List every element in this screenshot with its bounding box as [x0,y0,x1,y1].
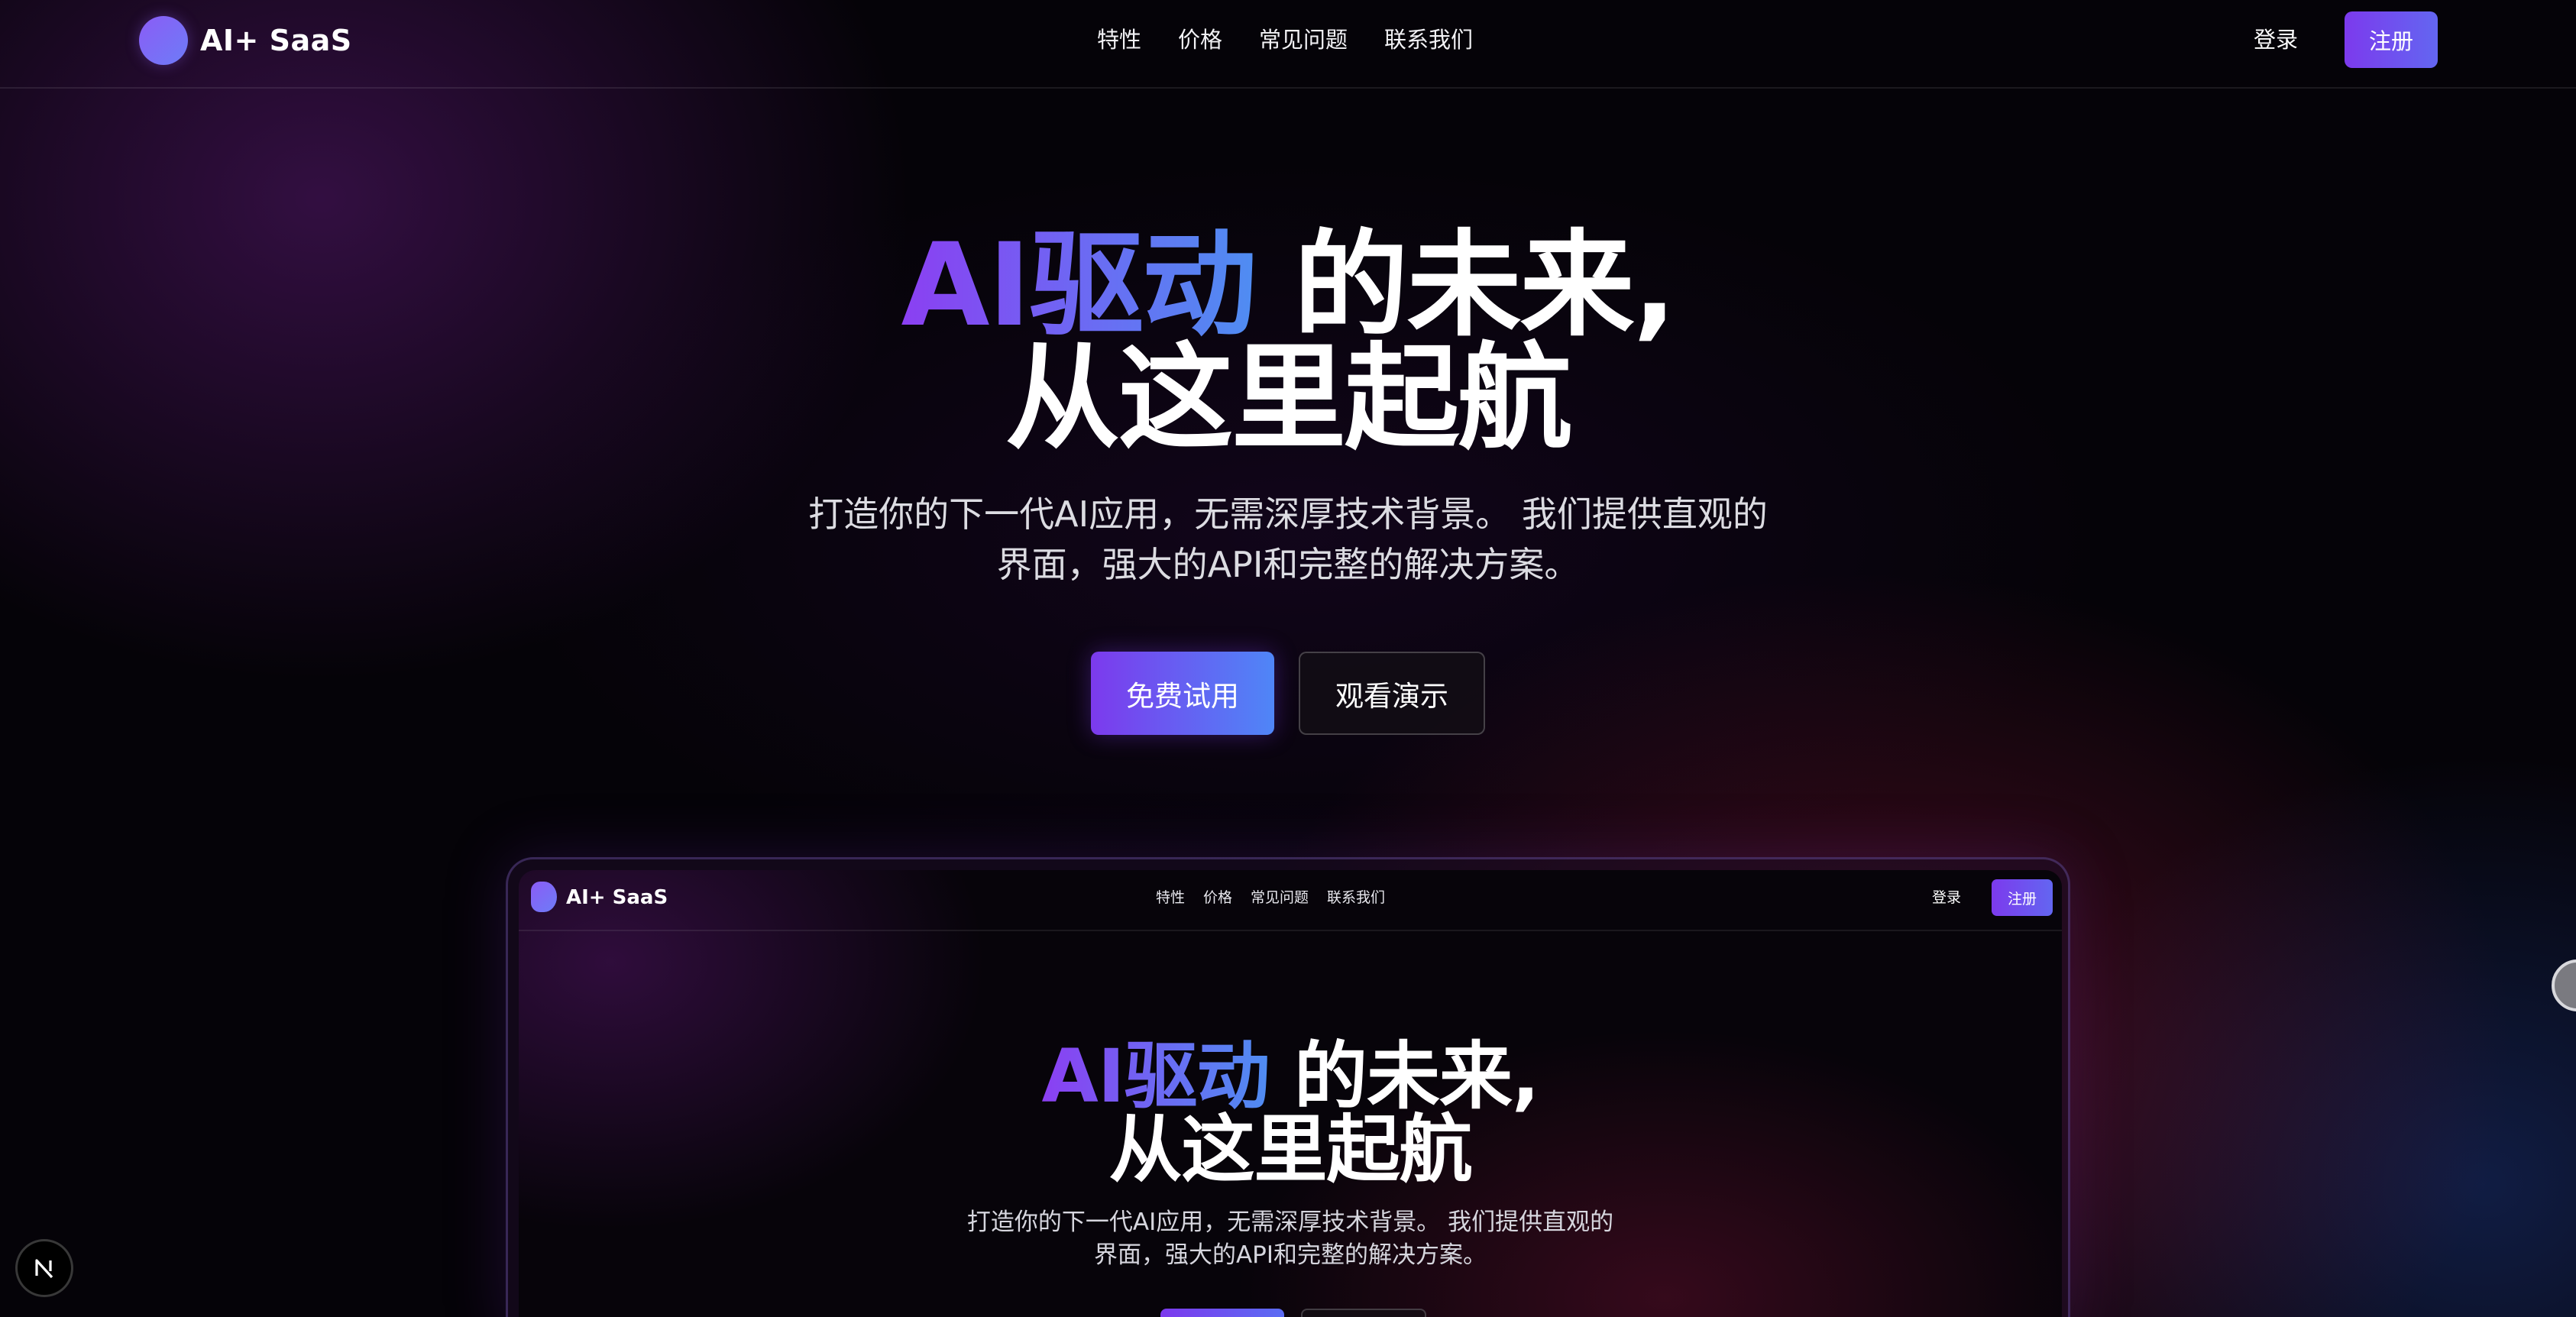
hero-subtitle-line1: 打造你的下一代AI应用，无需深厚技术背景。 我们提供直观的 [808,493,1768,535]
hero-title: AI驱动 的未来, 从这里起航 [0,228,2576,456]
nav-link-contact[interactable]: 联系我们 [1384,21,1473,58]
product-preview-frame: AI+ SaaS 特性 价格 常见问题 联系我们 登录 注册 AI驱动 的未来,… [506,857,2070,1317]
preview-nav-link-faq: 常见问题 [1251,889,1309,906]
preview-nav-link-contact: 联系我们 [1327,889,1386,906]
brand[interactable]: AI+ SaaS [139,15,352,66]
preview-signup-button: 注册 [1992,879,2053,916]
floating-avatar[interactable] [2552,959,2576,1011]
preview-subtitle-line1: 打造你的下一代AI应用，无需深厚技术背景。 我们提供直观的 [966,1209,1614,1236]
nav-link-pricing[interactable]: 价格 [1178,21,1222,58]
free-trial-button[interactable]: 免费试用 [1091,652,1274,735]
hero-subtitle: 打造你的下一代AI应用，无需深厚技术背景。 我们提供直观的 界面，强大的API和… [749,489,1827,590]
preview-hero-subtitle: 打造你的下一代AI应用，无需深厚技术背景。 我们提供直观的 界面，强大的API和… [931,1206,1649,1272]
preview-watch-demo-button [1301,1309,1426,1317]
preview-nav-links: 特性 价格 常见问题 联系我们 [1156,887,1385,908]
nextjs-logo-icon [35,1259,53,1279]
brand-logo-icon [139,16,188,65]
preview-hero-title: AI驱动 的未来, 从这里起航 [519,1040,2062,1186]
brand-name: AI+ SaaS [200,24,352,57]
watch-demo-button[interactable]: 观看演示 [1299,652,1485,735]
hero-subtitle-line2: 界面，强大的API和完整的解决方案。 [996,544,1580,585]
landing-page: AI+ SaaS 特性 价格 常见问题 联系我们 登录 注册 AI驱动 的未来,… [0,0,2576,1317]
preview-free-trial-button [1160,1309,1284,1317]
product-preview-screen: AI+ SaaS 特性 价格 常见问题 联系我们 登录 注册 AI驱动 的未来,… [519,870,2062,1317]
nav-links: 特性 价格 常见问题 联系我们 [1097,21,1473,58]
hero-title-line2: 从这里起航 [1005,332,1572,465]
preview-login-link: 登录 [1932,889,1962,906]
preview-title-line2: 从这里起航 [1108,1107,1473,1192]
preview-brand-logo-icon [531,882,557,912]
preview-nav-link-pricing: 价格 [1203,889,1233,906]
preview-brand-name: AI+ SaaS [566,886,668,909]
preview-navbar: AI+ SaaS 特性 价格 常见问题 联系我们 登录 注册 [519,870,2062,931]
nav-link-faq[interactable]: 常见问题 [1259,21,1348,58]
login-link[interactable]: 登录 [2254,21,2298,58]
nextjs-dev-badge[interactable] [15,1239,73,1297]
nav-link-features[interactable]: 特性 [1097,21,1141,58]
hero-cta-row: 免费试用 观看演示 [1091,652,1485,735]
top-navbar: AI+ SaaS 特性 价格 常见问题 联系我们 登录 注册 [0,0,2576,89]
preview-subtitle-line2: 界面，强大的API和完整的解决方案。 [1093,1241,1487,1269]
preview-nav-link-features: 特性 [1156,889,1186,906]
signup-button[interactable]: 注册 [2345,11,2438,68]
